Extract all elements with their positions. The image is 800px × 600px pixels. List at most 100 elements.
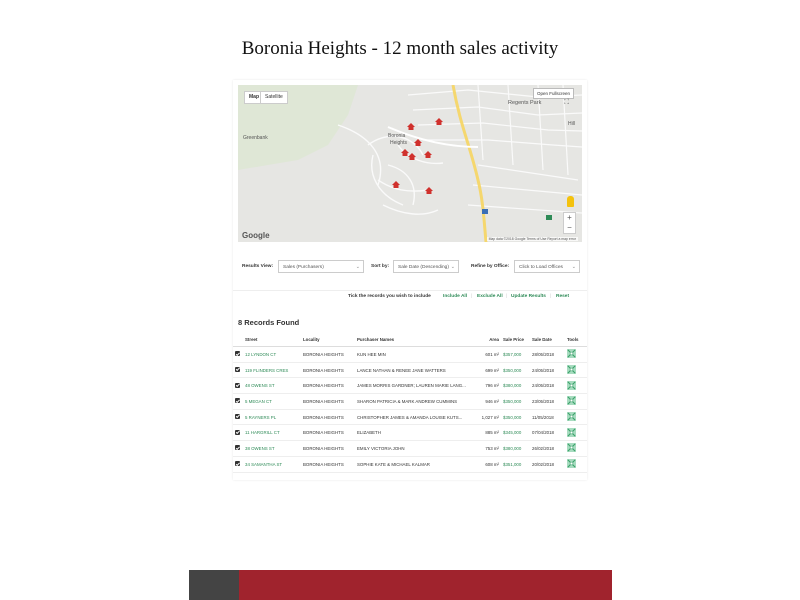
tools-grid-icon[interactable] bbox=[567, 427, 576, 437]
table-row: 34 SAMANTHA ST BORONIA HEIGHTS SOPHIE KA… bbox=[233, 456, 587, 473]
row-checkbox[interactable] bbox=[235, 382, 240, 388]
sort-by-select[interactable]: Sale Date (Descending) ⌄ bbox=[393, 260, 459, 273]
row-checkbox-cell[interactable] bbox=[233, 409, 243, 426]
row-sale-price: $345,000 bbox=[501, 424, 530, 442]
row-tools[interactable] bbox=[565, 393, 587, 410]
row-checkbox-cell[interactable] bbox=[233, 440, 243, 457]
row-street-link[interactable]: 119 FLINDERS CRES bbox=[243, 362, 301, 379]
zoom-control[interactable]: + − bbox=[563, 212, 576, 234]
separator: | bbox=[506, 294, 508, 299]
row-sale-price: $350,000 bbox=[501, 362, 530, 379]
row-street-link[interactable]: 5 RAYNERS PL bbox=[243, 409, 301, 426]
tools-grid-icon[interactable] bbox=[567, 459, 576, 469]
col-purchaser[interactable]: Purchaser Names bbox=[355, 332, 475, 347]
row-tools[interactable] bbox=[565, 377, 587, 395]
fullscreen-icon[interactable]: ⛶ bbox=[564, 99, 569, 107]
map-label-hill: Hill bbox=[568, 121, 575, 127]
tools-grid-icon[interactable] bbox=[567, 380, 576, 390]
results-view-select[interactable]: Sales (Purchasers) ⌄ bbox=[278, 260, 364, 273]
row-tools[interactable] bbox=[565, 346, 587, 363]
row-tools[interactable] bbox=[565, 409, 587, 426]
tools-grid-icon[interactable] bbox=[567, 443, 576, 453]
row-sale-date: 26/02/2018 bbox=[530, 440, 565, 457]
map-tab-satellite[interactable]: Satellite bbox=[260, 91, 288, 104]
row-sale-price: $380,000 bbox=[501, 377, 530, 395]
row-locality: BORONIA HEIGHTS bbox=[301, 377, 355, 395]
google-logo: Google bbox=[242, 231, 270, 240]
col-area[interactable]: Area bbox=[475, 332, 501, 347]
separator: | bbox=[550, 294, 552, 299]
refine-office-label: Refine by Office: bbox=[471, 264, 510, 269]
map-label-boronia: Boronia bbox=[388, 133, 406, 139]
row-sale-price: $351,000 bbox=[501, 456, 530, 473]
map-footer: Map data ©2018 Google Terms of Use Repor… bbox=[486, 237, 578, 241]
row-sale-date: 24/05/2018 bbox=[530, 377, 565, 395]
row-checkbox[interactable] bbox=[235, 461, 240, 467]
open-fullscreen-button[interactable]: Open Fullscreen bbox=[532, 88, 574, 99]
row-tools[interactable] bbox=[565, 424, 587, 442]
map-canvas bbox=[238, 85, 582, 242]
row-checkbox[interactable] bbox=[235, 445, 240, 451]
row-tools[interactable] bbox=[565, 362, 587, 379]
row-checkbox[interactable] bbox=[235, 351, 240, 357]
row-street-link[interactable]: 11 HARGRILL CT bbox=[243, 424, 301, 442]
tools-grid-icon[interactable] bbox=[567, 365, 576, 375]
col-street[interactable]: Street bbox=[243, 332, 301, 347]
separator: | bbox=[471, 294, 473, 299]
exclude-all-link[interactable]: Exclude All bbox=[477, 294, 503, 299]
row-street-link[interactable]: 34 SAMANTHA ST bbox=[243, 456, 301, 473]
record-actions: Tick the records you wish to include Inc… bbox=[233, 290, 587, 303]
street-view-pegman-icon[interactable] bbox=[567, 196, 574, 207]
row-purchaser: SHARON PATRICIA & MARK ANDREW CUMMINS bbox=[355, 393, 475, 410]
tools-grid-icon[interactable] bbox=[567, 349, 576, 359]
row-area: 753 m² bbox=[475, 440, 501, 457]
row-area: 699 m² bbox=[475, 362, 501, 379]
row-checkbox[interactable] bbox=[235, 398, 240, 404]
row-purchaser: LANCE NATHAN & RENEE JANE WATTERS bbox=[355, 362, 475, 379]
table-row: 5 RAYNERS PL BORONIA HEIGHTS CHRISTOPHER… bbox=[233, 409, 587, 426]
include-all-link[interactable]: Include All bbox=[443, 294, 467, 299]
reset-link[interactable]: Reset bbox=[556, 294, 569, 299]
table-row: 12 LYNDON CT BORONIA HEIGHTS KUN HEE MIN… bbox=[233, 346, 587, 363]
row-street-link[interactable]: 12 LYNDON CT bbox=[243, 346, 301, 363]
records-table-body: 12 LYNDON CT BORONIA HEIGHTS KUN HEE MIN… bbox=[233, 346, 587, 473]
records-table: Street Locality Purchaser Names Area Sal… bbox=[233, 332, 587, 473]
row-checkbox[interactable] bbox=[235, 429, 240, 435]
row-checkbox-cell[interactable] bbox=[233, 456, 243, 473]
row-sale-price: $350,000 bbox=[501, 393, 530, 410]
records-count: 8 Records Found bbox=[238, 318, 300, 327]
map[interactable]: Map Satellite Open Fullscreen ⛶ Greenban… bbox=[238, 85, 582, 242]
row-checkbox-cell[interactable] bbox=[233, 424, 243, 442]
update-results-link[interactable]: Update Results bbox=[511, 294, 546, 299]
row-checkbox[interactable] bbox=[235, 414, 240, 420]
row-area: 885 m² bbox=[475, 424, 501, 442]
zoom-out-button[interactable]: − bbox=[564, 223, 575, 233]
col-sale-date[interactable]: Sale Date bbox=[530, 332, 565, 347]
row-street-link[interactable]: 5 MEGAN CT bbox=[243, 393, 301, 410]
footer-bar-red bbox=[239, 570, 612, 600]
col-locality[interactable]: Locality bbox=[301, 332, 355, 347]
col-sale-price[interactable]: Sale Price bbox=[501, 332, 530, 347]
zoom-in-button[interactable]: + bbox=[564, 213, 575, 223]
sales-panel: Map Satellite Open Fullscreen ⛶ Greenban… bbox=[233, 80, 587, 480]
tools-grid-icon[interactable] bbox=[567, 396, 576, 406]
sort-by-label: Sort by: bbox=[371, 264, 390, 269]
map-label-heights: Heights bbox=[390, 140, 407, 146]
row-checkbox-cell[interactable] bbox=[233, 377, 243, 395]
row-purchaser: JAMES MORRIS GARDNER; LAUREN MARIE LANG.… bbox=[355, 377, 475, 395]
row-checkbox[interactable] bbox=[235, 367, 240, 373]
row-tools[interactable] bbox=[565, 440, 587, 457]
tools-grid-icon[interactable] bbox=[567, 412, 576, 422]
row-checkbox-cell[interactable] bbox=[233, 393, 243, 410]
refine-office-select[interactable]: Click to Load Offices ⌄ bbox=[514, 260, 580, 273]
row-street-link[interactable]: 48 OWENS ST bbox=[243, 377, 301, 395]
row-tools[interactable] bbox=[565, 456, 587, 473]
row-locality: BORONIA HEIGHTS bbox=[301, 362, 355, 379]
row-sale-price: $357,000 bbox=[501, 346, 530, 363]
row-area: 601 m² bbox=[475, 346, 501, 363]
row-purchaser: EMILY VICTORIA JOHN bbox=[355, 440, 475, 457]
map-label-regents-park: Regents Park bbox=[508, 100, 542, 106]
row-checkbox-cell[interactable] bbox=[233, 346, 243, 363]
row-checkbox-cell[interactable] bbox=[233, 362, 243, 379]
row-street-link[interactable]: 38 OWENS ST bbox=[243, 440, 301, 457]
